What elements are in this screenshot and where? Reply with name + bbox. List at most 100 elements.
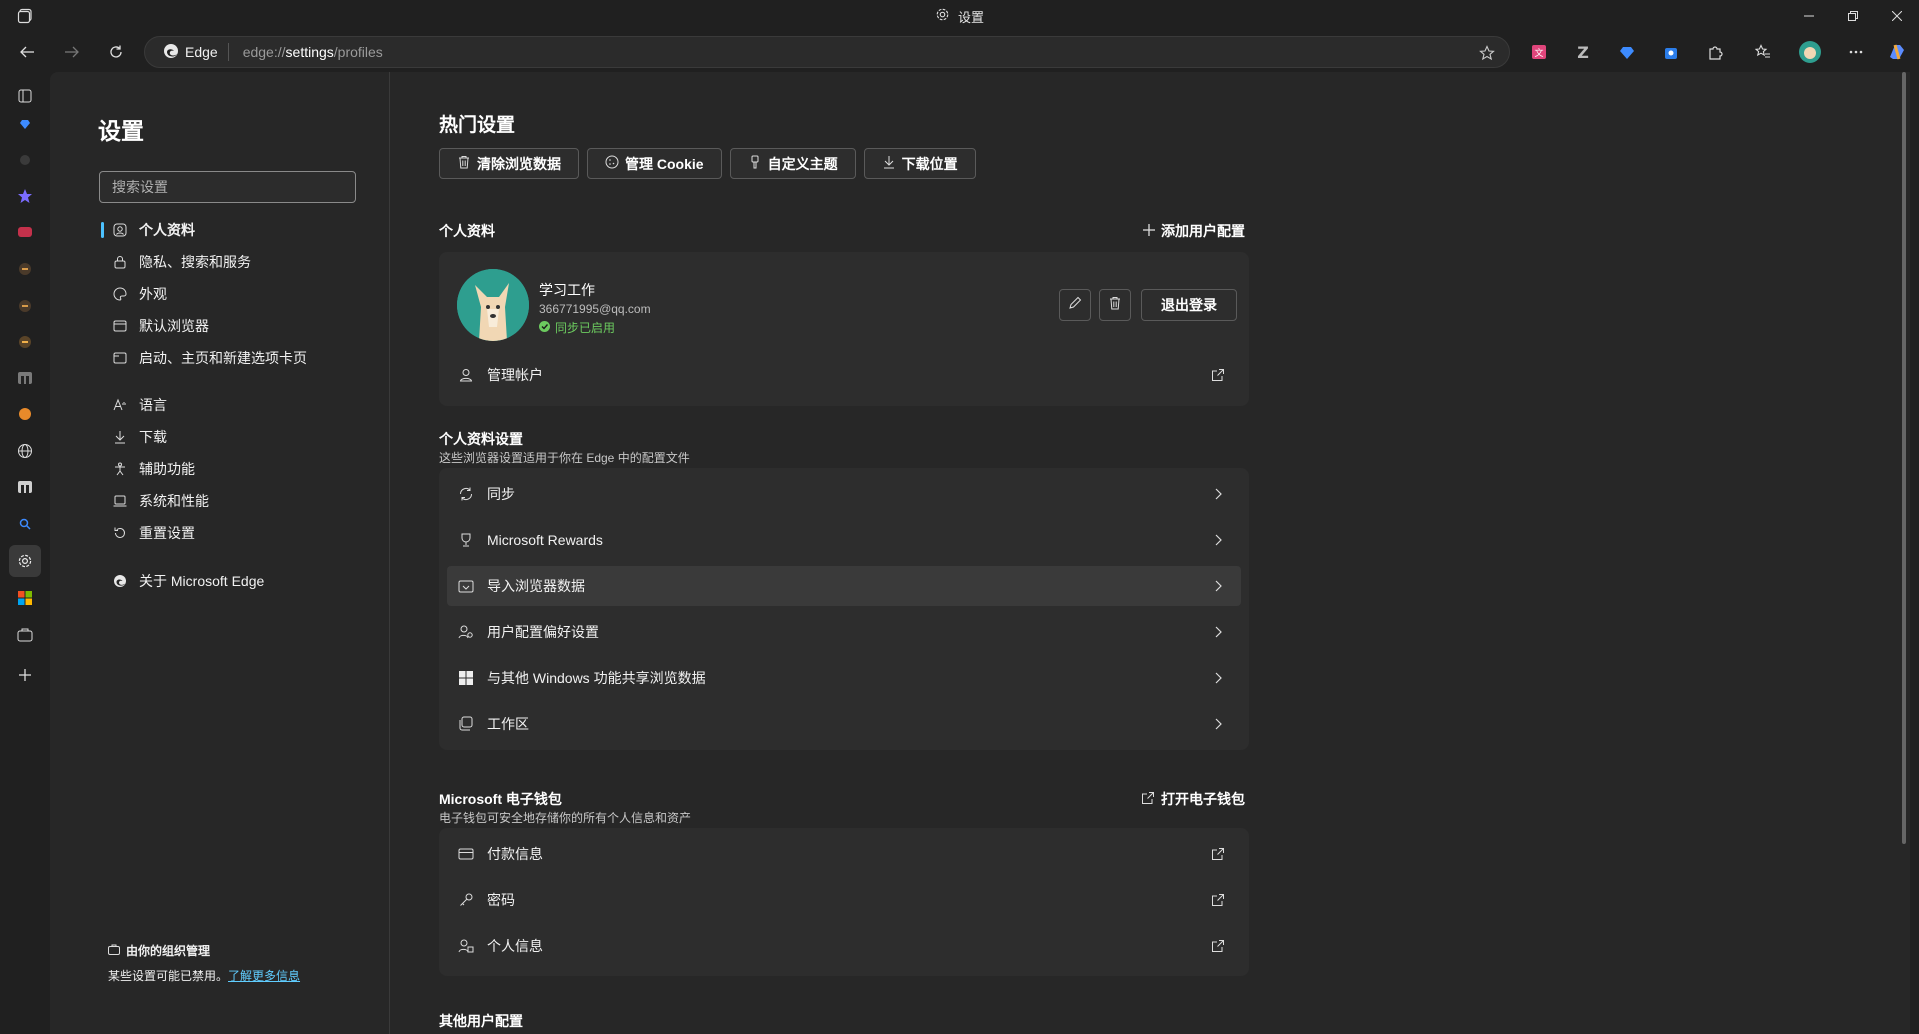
nav-title: 设置: [98, 118, 144, 144]
profile-avatar-icon[interactable]: [1794, 36, 1826, 68]
address-bar[interactable]: Edge edge://settings/profiles: [144, 36, 1510, 68]
back-arrow-icon[interactable]: [11, 36, 43, 68]
payment-info-row[interactable]: 付款信息: [447, 834, 1241, 874]
download-location-button[interactable]: 下载位置: [863, 148, 976, 179]
open-wallet-button[interactable]: 打开电子钱包: [1141, 789, 1245, 809]
workspaces-row[interactable]: 工作区: [447, 704, 1241, 744]
key-icon: [457, 891, 475, 909]
learn-more-link[interactable]: 了解更多信息: [228, 969, 300, 983]
trash-icon: [457, 155, 471, 172]
wallet-card: 付款信息 密码 个人信息: [439, 828, 1249, 976]
delete-profile-button[interactable]: [1099, 289, 1131, 321]
close-icon[interactable]: [1875, 0, 1919, 32]
profile-settings-subtitle: 这些浏览器设置适用于你在 Edge 中的配置文件: [439, 451, 690, 465]
import-icon: [457, 577, 475, 595]
orange-tab-icon[interactable]: [9, 398, 41, 430]
nav-item-startup[interactable]: 启动、主页和新建选项卡页: [99, 343, 369, 373]
nav-item-profiles[interactable]: 个人资料: [99, 215, 369, 245]
system-icon: [111, 492, 129, 510]
z-extension-icon[interactable]: Z: [1567, 36, 1599, 68]
tab-icon-3[interactable]: [9, 326, 41, 358]
window-title: 设置: [0, 0, 1919, 32]
bag-extension-icon[interactable]: [1655, 36, 1687, 68]
org-managed-title: 由你的组织管理: [108, 942, 300, 959]
app-tab-icon-2[interactable]: [9, 471, 41, 503]
more-options-icon[interactable]: [1840, 36, 1872, 68]
translate-extension-icon[interactable]: 文: [1523, 36, 1555, 68]
nav-item-language[interactable]: 语言: [99, 390, 369, 420]
org-text: 某些设置可能已禁用。: [108, 969, 229, 983]
app-tab-icon-1[interactable]: [9, 362, 41, 394]
external-link-icon: [1209, 891, 1227, 909]
window-controls: [1787, 0, 1919, 32]
copilot-icon[interactable]: [1881, 36, 1913, 68]
svg-text:文: 文: [1534, 47, 1543, 59]
add-profile-button[interactable]: 添加用户配置: [1143, 221, 1245, 241]
quick-label: 清除浏览数据: [477, 155, 561, 172]
add-sidebar-app-icon[interactable]: [9, 659, 41, 691]
nav-item-default-browser[interactable]: 默认浏览器: [99, 311, 369, 341]
nav-item-appearance[interactable]: 外观: [99, 279, 369, 309]
dark-tab-icon[interactable]: [9, 144, 41, 176]
sign-out-button[interactable]: 退出登录: [1141, 289, 1237, 321]
profile-preferences-row[interactable]: 用户配置偏好设置: [447, 612, 1241, 652]
chevron-right-icon: [1209, 669, 1227, 687]
nav-item-label: 关于 Microsoft Edge: [139, 573, 265, 589]
nav-item-privacy[interactable]: 隐私、搜索和服务: [99, 247, 369, 277]
nav-item-accessibility[interactable]: 辅助功能: [99, 454, 369, 484]
nav-item-label: 下载: [139, 429, 167, 445]
import-browser-data-row[interactable]: 导入浏览器数据: [447, 566, 1241, 606]
gem-extension-icon[interactable]: [1611, 36, 1643, 68]
refresh-icon[interactable]: [100, 36, 132, 68]
search-settings-input[interactable]: [99, 171, 356, 203]
favorite-star-icon[interactable]: [1477, 43, 1497, 63]
personal-info-row[interactable]: 个人信息: [447, 926, 1241, 966]
star-tab-icon[interactable]: [9, 180, 41, 212]
search-tab-icon[interactable]: [9, 508, 41, 540]
share-with-windows-row[interactable]: 与其他 Windows 功能共享浏览数据: [447, 658, 1241, 698]
row-label: 同步: [487, 486, 515, 502]
extensions-puzzle-icon[interactable]: [1699, 36, 1731, 68]
browser-toolbar: Edge edge://settings/profiles 文 Z: [0, 32, 1919, 72]
settings-tab-icon[interactable]: [9, 545, 41, 577]
url-suffix: /profiles: [333, 44, 383, 60]
video-tab-icon[interactable]: [9, 216, 41, 248]
lock-icon: [111, 253, 129, 271]
nav-item-reset[interactable]: 重置设置: [99, 518, 369, 548]
sync-row[interactable]: 同步: [447, 474, 1241, 514]
external-link-icon: [1209, 845, 1227, 863]
nav-item-label: 外观: [139, 286, 167, 302]
briefcase-icon: [108, 944, 120, 958]
profile-card: 学习工作 366771995@qq.com 同步已启用 退出登录 管理帐户: [439, 252, 1249, 406]
gear-icon: [935, 7, 950, 25]
tools-icon[interactable]: [9, 619, 41, 651]
manage-account-row[interactable]: 管理帐户: [447, 355, 1241, 395]
quick-label: 自定义主题: [767, 155, 838, 172]
profile-avatar[interactable]: [457, 269, 529, 341]
manage-cookies-button[interactable]: 管理 Cookie: [587, 148, 722, 179]
forward-arrow-icon[interactable]: [56, 36, 88, 68]
nav-item-downloads[interactable]: 下载: [99, 422, 369, 452]
microsoft-rewards-row[interactable]: Microsoft Rewards: [447, 520, 1241, 560]
url-text[interactable]: edge://settings/profiles: [229, 44, 383, 60]
page-scrollbar[interactable]: [1902, 72, 1906, 844]
clear-browsing-data-button[interactable]: 清除浏览数据: [439, 148, 579, 179]
customize-theme-button[interactable]: 自定义主题: [729, 148, 856, 179]
external-link-icon: [1141, 791, 1155, 808]
title-bar: 设置: [0, 0, 1919, 32]
globe-tab-icon[interactable]: [9, 435, 41, 467]
profile-icon: [111, 221, 129, 239]
minimize-icon[interactable]: [1787, 0, 1831, 32]
edit-profile-button[interactable]: [1059, 289, 1091, 321]
favorites-list-icon[interactable]: [1747, 36, 1779, 68]
gem-tab-icon[interactable]: [9, 108, 41, 140]
chevron-right-icon: [1209, 485, 1227, 503]
tab-icon-1[interactable]: [9, 253, 41, 285]
nav-item-system[interactable]: 系统和性能: [99, 486, 369, 516]
passwords-row[interactable]: 密码: [447, 880, 1241, 920]
nav-item-about[interactable]: 关于 Microsoft Edge: [99, 566, 369, 596]
microsoft-store-icon[interactable]: [9, 582, 41, 614]
tab-icon-2[interactable]: [9, 290, 41, 322]
restore-icon[interactable]: [1831, 0, 1875, 32]
wallet-subtitle: 电子钱包可安全地存储你的所有个人信息和资产: [439, 811, 692, 825]
